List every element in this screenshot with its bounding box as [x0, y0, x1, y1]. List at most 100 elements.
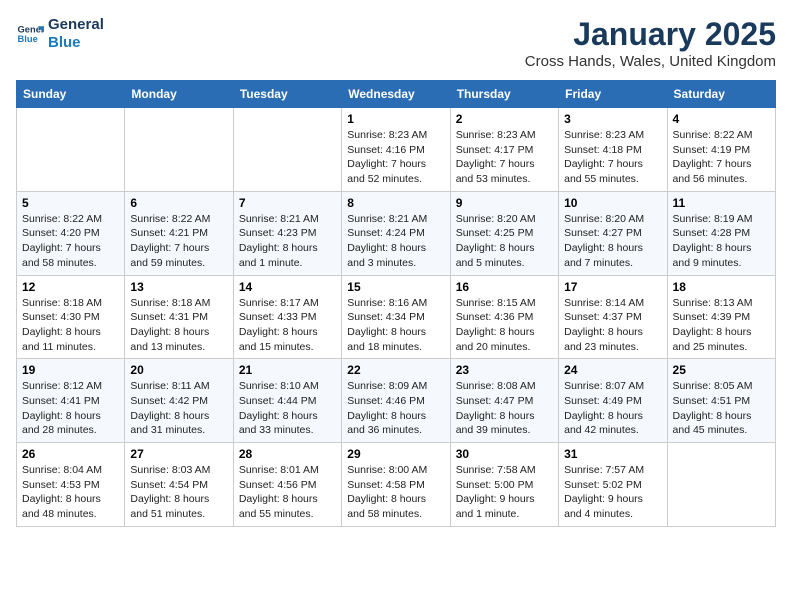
weekday-header-row: SundayMondayTuesdayWednesdayThursdayFrid… — [17, 81, 776, 108]
calendar-table: SundayMondayTuesdayWednesdayThursdayFrid… — [16, 80, 776, 527]
day-number: 21 — [239, 363, 336, 377]
calendar-day-cell: 13Sunrise: 8:18 AM Sunset: 4:31 PM Dayli… — [125, 275, 233, 359]
svg-text:General: General — [18, 24, 44, 34]
calendar-day-cell: 30 Sunrise: 7:58 AM Sunset: 5:00 PM Dayli… — [450, 443, 558, 527]
day-number: 6 — [130, 196, 227, 210]
calendar-day-cell: 29Sunrise: 8:00 AM Sunset: 4:58 PM Dayli… — [342, 443, 450, 527]
calendar-day-cell: 18 Sunrise: 8:13 AM Sunset: 4:39 PM Dayli… — [667, 275, 775, 359]
day-info: Sunrise: 8:08 AM Sunset: 4:47 PM Dayligh… — [456, 379, 553, 438]
logo-text-general: General — [48, 16, 104, 34]
calendar-day-cell: 4 Sunrise: 8:22 AM Sunset: 4:19 PM Daylig… — [667, 108, 775, 192]
title-area: January 2025 Cross Hands, Wales, United … — [525, 16, 776, 70]
calendar-day-cell: 1Sunrise: 8:23 AM Sunset: 4:16 PM Daylig… — [342, 108, 450, 192]
day-info: Sunrise: 8:18 AM Sunset: 4:31 PM Dayligh… — [130, 296, 227, 355]
calendar-day-cell — [233, 108, 341, 192]
logo: General Blue General Blue — [16, 16, 104, 52]
calendar-day-cell: 6 Sunrise: 8:22 AM Sunset: 4:21 PM Daylig… — [125, 191, 233, 275]
calendar-day-cell: 15Sunrise: 8:16 AM Sunset: 4:34 PM Dayli… — [342, 275, 450, 359]
calendar-day-cell — [17, 108, 125, 192]
day-info: Sunrise: 7:57 AM Sunset: 5:02 PM Dayligh… — [564, 463, 661, 522]
calendar-day-cell — [125, 108, 233, 192]
day-number: 22 — [347, 363, 444, 377]
calendar-day-cell: 8 Sunrise: 8:21 AM Sunset: 4:24 PM Daylig… — [342, 191, 450, 275]
calendar-day-cell: 5 Sunrise: 8:22 AM Sunset: 4:20 PM Daylig… — [17, 191, 125, 275]
svg-text:Blue: Blue — [18, 34, 38, 44]
day-number: 20 — [130, 363, 227, 377]
calendar-day-cell: 28Sunrise: 8:01 AM Sunset: 4:56 PM Dayli… — [233, 443, 341, 527]
day-number: 2 — [456, 112, 553, 126]
weekday-header-cell: Friday — [559, 81, 667, 108]
weekday-header-cell: Saturday — [667, 81, 775, 108]
calendar-day-cell: 27Sunrise: 8:03 AM Sunset: 4:54 PM Dayli… — [125, 443, 233, 527]
day-number: 3 — [564, 112, 661, 126]
calendar-day-cell: 11 Sunrise: 8:19 AM Sunset: 4:28 PM Dayli… — [667, 191, 775, 275]
calendar-day-cell: 25Sunrise: 8:05 AM Sunset: 4:51 PM Dayli… — [667, 359, 775, 443]
day-info: Sunrise: 8:21 AM Sunset: 4:24 PM Dayligh… — [347, 212, 444, 271]
header: General Blue General Blue January 2025 C… — [16, 16, 776, 70]
day-info: Sunrise: 8:00 AM Sunset: 4:58 PM Dayligh… — [347, 463, 444, 522]
day-number: 26 — [22, 447, 119, 461]
day-info: Sunrise: 8:18 AM Sunset: 4:30 PM Dayligh… — [22, 296, 119, 355]
day-number: 12 — [22, 280, 119, 294]
calendar-day-cell: 19 Sunrise: 8:12 AM Sunset: 4:41 PM Dayli… — [17, 359, 125, 443]
calendar-day-cell: 24Sunrise: 8:07 AM Sunset: 4:49 PM Dayli… — [559, 359, 667, 443]
day-number: 31 — [564, 447, 661, 461]
day-number: 23 — [456, 363, 553, 377]
day-info: Sunrise: 8:07 AM Sunset: 4:49 PM Dayligh… — [564, 379, 661, 438]
day-number: 7 — [239, 196, 336, 210]
calendar-day-cell: 20 Sunrise: 8:11 AM Sunset: 4:42 PM Dayli… — [125, 359, 233, 443]
calendar-body: 1Sunrise: 8:23 AM Sunset: 4:16 PM Daylig… — [17, 108, 776, 527]
day-info: Sunrise: 8:09 AM Sunset: 4:46 PM Dayligh… — [347, 379, 444, 438]
calendar-day-cell: 9 Sunrise: 8:20 AM Sunset: 4:25 PM Daylig… — [450, 191, 558, 275]
day-number: 17 — [564, 280, 661, 294]
weekday-header-cell: Thursday — [450, 81, 558, 108]
day-info: Sunrise: 8:22 AM Sunset: 4:21 PM Dayligh… — [130, 212, 227, 271]
day-info: Sunrise: 8:19 AM Sunset: 4:28 PM Dayligh… — [673, 212, 770, 271]
day-info: Sunrise: 8:01 AM Sunset: 4:56 PM Dayligh… — [239, 463, 336, 522]
day-info: Sunrise: 8:22 AM Sunset: 4:19 PM Dayligh… — [673, 128, 770, 187]
calendar-week-row: 5 Sunrise: 8:22 AM Sunset: 4:20 PM Daylig… — [17, 191, 776, 275]
day-info: Sunrise: 8:17 AM Sunset: 4:33 PM Dayligh… — [239, 296, 336, 355]
calendar-day-cell: 3 Sunrise: 8:23 AM Sunset: 4:18 PM Daylig… — [559, 108, 667, 192]
day-number: 5 — [22, 196, 119, 210]
calendar-week-row: 12 Sunrise: 8:18 AM Sunset: 4:30 PM Dayli… — [17, 275, 776, 359]
calendar-week-row: 19 Sunrise: 8:12 AM Sunset: 4:41 PM Dayli… — [17, 359, 776, 443]
day-number: 15 — [347, 280, 444, 294]
calendar-day-cell: 10Sunrise: 8:20 AM Sunset: 4:27 PM Dayli… — [559, 191, 667, 275]
day-info: Sunrise: 8:15 AM Sunset: 4:36 PM Dayligh… — [456, 296, 553, 355]
day-info: Sunrise: 8:20 AM Sunset: 4:25 PM Dayligh… — [456, 212, 553, 271]
calendar-day-cell: 16Sunrise: 8:15 AM Sunset: 4:36 PM Dayli… — [450, 275, 558, 359]
day-number: 30 — [456, 447, 553, 461]
day-number: 4 — [673, 112, 770, 126]
day-info: Sunrise: 8:23 AM Sunset: 4:18 PM Dayligh… — [564, 128, 661, 187]
calendar-day-cell — [667, 443, 775, 527]
logo-text-blue: Blue — [48, 34, 104, 52]
day-info: Sunrise: 7:58 AM Sunset: 5:00 PM Dayligh… — [456, 463, 553, 522]
day-number: 25 — [673, 363, 770, 377]
weekday-header-cell: Tuesday — [233, 81, 341, 108]
calendar-day-cell: 14Sunrise: 8:17 AM Sunset: 4:33 PM Dayli… — [233, 275, 341, 359]
day-number: 19 — [22, 363, 119, 377]
calendar-day-cell: 22 Sunrise: 8:09 AM Sunset: 4:46 PM Dayli… — [342, 359, 450, 443]
day-info: Sunrise: 8:11 AM Sunset: 4:42 PM Dayligh… — [130, 379, 227, 438]
day-info: Sunrise: 8:12 AM Sunset: 4:41 PM Dayligh… — [22, 379, 119, 438]
day-number: 9 — [456, 196, 553, 210]
day-info: Sunrise: 8:22 AM Sunset: 4:20 PM Dayligh… — [22, 212, 119, 271]
logo-icon: General Blue — [16, 20, 44, 48]
calendar-week-row: 26 Sunrise: 8:04 AM Sunset: 4:53 PM Dayli… — [17, 443, 776, 527]
day-info: Sunrise: 8:13 AM Sunset: 4:39 PM Dayligh… — [673, 296, 770, 355]
day-info: Sunrise: 8:04 AM Sunset: 4:53 PM Dayligh… — [22, 463, 119, 522]
day-info: Sunrise: 8:21 AM Sunset: 4:23 PM Dayligh… — [239, 212, 336, 271]
calendar-day-cell: 23 Sunrise: 8:08 AM Sunset: 4:47 PM Dayli… — [450, 359, 558, 443]
calendar-day-cell: 2 Sunrise: 8:23 AM Sunset: 4:17 PM Daylig… — [450, 108, 558, 192]
calendar-day-cell: 7 Sunrise: 8:21 AM Sunset: 4:23 PM Daylig… — [233, 191, 341, 275]
day-number: 11 — [673, 196, 770, 210]
weekday-header-cell: Wednesday — [342, 81, 450, 108]
day-number: 10 — [564, 196, 661, 210]
day-info: Sunrise: 8:23 AM Sunset: 4:17 PM Dayligh… — [456, 128, 553, 187]
day-info: Sunrise: 8:14 AM Sunset: 4:37 PM Dayligh… — [564, 296, 661, 355]
day-number: 8 — [347, 196, 444, 210]
calendar-day-cell: 17 Sunrise: 8:14 AM Sunset: 4:37 PM Dayli… — [559, 275, 667, 359]
day-number: 18 — [673, 280, 770, 294]
calendar-week-row: 1Sunrise: 8:23 AM Sunset: 4:16 PM Daylig… — [17, 108, 776, 192]
